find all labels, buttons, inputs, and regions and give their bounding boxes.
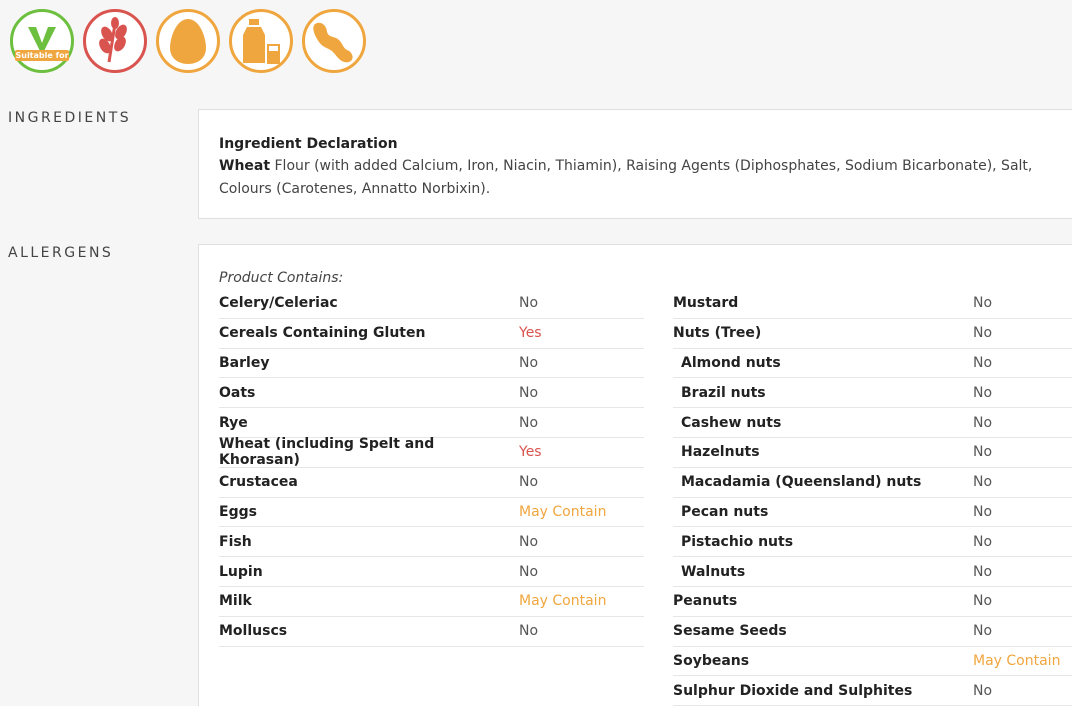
ingredient-declaration-text: Wheat Flour (with added Calcium, Iron, N… — [219, 155, 1059, 201]
allergen-status: No — [973, 295, 993, 312]
allergen-row: Eggs May Contain — [219, 498, 644, 528]
allergen-name: Nuts (Tree) — [673, 325, 762, 342]
allergen-status: No — [973, 414, 993, 431]
allergen-row: Sulphur Dioxide and Sulphites No — [673, 676, 1072, 706]
allergen-row: Macadamia (Queensland) nuts No — [673, 468, 1072, 498]
allergen-name: Hazelnuts — [681, 444, 760, 461]
allergen-row: Cashew nuts No — [673, 408, 1072, 438]
milk-icon — [229, 9, 293, 73]
allergen-name: Lupin — [219, 563, 263, 580]
allergen-name: Pecan nuts — [681, 503, 769, 520]
product-contains-label: Product Contains: — [219, 270, 344, 286]
allergen-status: No — [973, 325, 993, 342]
allergen-name: Oats — [219, 384, 256, 401]
allergen-name: Soybeans — [673, 652, 750, 669]
allergen-row: Peanuts No — [673, 587, 1072, 617]
allergen-status: No — [519, 414, 539, 431]
allergen-name: Almond nuts — [681, 354, 781, 371]
allergen-status: Yes — [519, 444, 542, 461]
allergen-status: No — [519, 623, 539, 640]
allergen-name: Wheat (including Spelt and Khorasan) — [219, 436, 435, 469]
allergen-row: Milk May Contain — [219, 587, 644, 617]
allergen-name: Fish — [219, 533, 252, 550]
allergen-status: May Contain — [519, 503, 607, 520]
allergen-row: Pecan nuts No — [673, 498, 1072, 528]
allergen-name: Peanuts — [673, 593, 738, 610]
allergen-status: No — [973, 623, 993, 640]
allergen-row: Cereals Containing Gluten Yes — [219, 319, 644, 349]
allergen-row: Crustacea No — [219, 468, 644, 498]
allergen-status: No — [973, 354, 993, 371]
allergen-status: No — [519, 563, 539, 580]
allergen-status: No — [519, 295, 539, 312]
ingredient-bold-word: Wheat — [219, 158, 271, 174]
allergen-row: Mustard No — [673, 289, 1072, 319]
allergen-status: No — [973, 533, 993, 550]
allergen-name: Rye — [219, 414, 248, 431]
allergen-row: Brazil nuts No — [673, 378, 1072, 409]
allergen-name: Crustacea — [219, 474, 298, 491]
allergen-row: Barley No — [219, 349, 644, 379]
allergens-panel: Product Contains: Celery/Celeriac No Cerea… — [198, 244, 1072, 706]
allergen-status: No — [973, 384, 993, 401]
allergen-name: Cereals Containing Gluten — [219, 325, 426, 342]
allergen-name: Barley — [219, 354, 270, 371]
allergen-name: Walnuts — [681, 563, 746, 580]
allergen-status: May Contain — [519, 593, 607, 610]
allergen-row: Soybeans May Contain — [673, 647, 1072, 677]
allergen-status: Yes — [519, 325, 542, 342]
allergen-name: Pistachio nuts — [681, 533, 794, 550]
allergen-name: Mustard — [673, 295, 739, 312]
allergen-row: Wheat (including Spelt and Khorasan) Yes — [219, 436, 644, 469]
allergen-name: Macadamia (Queensland) nuts — [681, 474, 922, 491]
allergen-row: Fish No — [219, 527, 644, 558]
ingredient-declaration-title: Ingredient Declaration — [219, 136, 398, 152]
allergen-status: No — [519, 354, 539, 371]
suitable-for-badge: Suitable for — [15, 50, 69, 61]
allergen-row: Nuts (Tree) No — [673, 319, 1072, 349]
allergen-row: Celery/Celeriac No — [219, 289, 644, 319]
allergen-name: Brazil nuts — [681, 384, 766, 401]
vegetarian-icon: Suitable for — [10, 9, 74, 73]
allergen-row: Pistachio nuts No — [673, 527, 1072, 558]
allergen-name: Milk — [219, 593, 252, 610]
allergen-row: Molluscs No — [219, 617, 644, 647]
ingredient-text-rest: Flour (with added Calcium, Iron, Niacin,… — [219, 158, 1033, 197]
allergen-status: No — [973, 563, 993, 580]
allergen-row: Hazelnuts No — [673, 438, 1072, 468]
allergen-row: Lupin No — [219, 557, 644, 587]
allergen-status: No — [973, 503, 993, 520]
allergen-row: Oats No — [219, 378, 644, 409]
allergen-name: Cashew nuts — [681, 414, 782, 431]
allergen-name: Sulphur Dioxide and Sulphites — [673, 682, 913, 699]
egg-icon — [156, 9, 220, 73]
allergen-row: Almond nuts No — [673, 349, 1072, 379]
ingredients-panel: Ingredient Declaration Wheat Flour (with… — [198, 109, 1072, 219]
allergen-status: No — [519, 474, 539, 491]
allergen-status: No — [973, 444, 993, 461]
allergens-label: ALLERGENS — [8, 245, 114, 261]
allergen-status: No — [973, 593, 993, 610]
allergen-status: May Contain — [973, 652, 1061, 669]
allergen-status: No — [519, 533, 539, 550]
ingredients-label: INGREDIENTS — [8, 110, 132, 126]
allergen-name: Molluscs — [219, 623, 288, 640]
allergen-name: Eggs — [219, 503, 257, 520]
allergen-column-left: Celery/Celeriac No Cereals Containing Glut… — [219, 289, 644, 647]
allergen-row: Walnuts No — [673, 557, 1072, 587]
soya-icon — [302, 9, 366, 73]
allergen-status: No — [519, 384, 539, 401]
allergen-row: Rye No — [219, 408, 644, 438]
gluten-icon — [83, 9, 147, 73]
allergen-status: No — [973, 474, 993, 491]
allergen-status: No — [973, 682, 993, 699]
allergen-column-right: Mustard No Nuts (Tree) No Almond nuts No Brazi… — [673, 289, 1072, 706]
allergen-name: Celery/Celeriac — [219, 295, 338, 312]
dietary-icons: Suitable for — [10, 9, 366, 73]
allergen-row: Sesame Seeds No — [673, 617, 1072, 647]
allergen-name: Sesame Seeds — [673, 623, 787, 640]
